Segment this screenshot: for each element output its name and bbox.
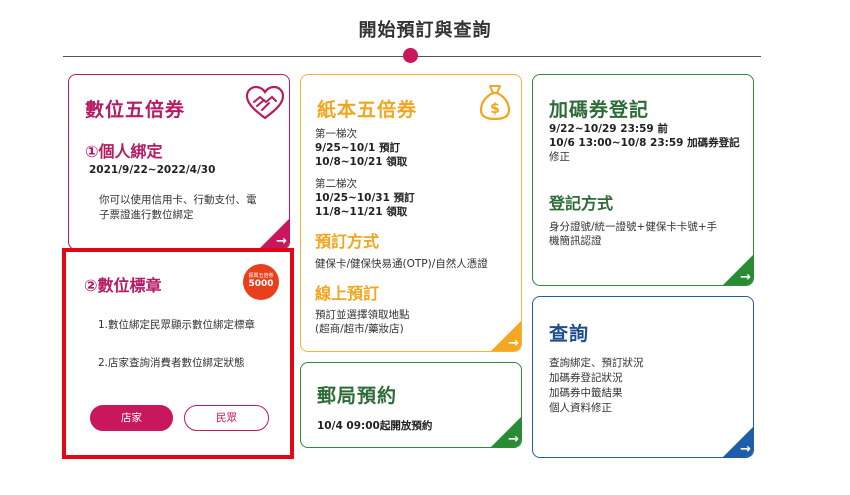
query-item-2: 加碼券登記狀況 [549, 372, 623, 384]
post-office-title: 郵局預約 [317, 385, 398, 407]
bonus-registration-title: 加碼券登記 [549, 99, 650, 121]
heart-hands-icon [245, 85, 285, 120]
post-office-desc: 10/4 09:00起開放預約 [317, 420, 433, 432]
batch2-line1: 10/25~10/31 預訂 [315, 192, 415, 204]
batch1-line1: 9/25~10/1 預訂 [315, 142, 400, 154]
batch1-line2: 10/8~10/21 領取 [315, 156, 408, 168]
paper-method-title: 預訂方式 [315, 232, 380, 251]
paper-method-desc: 健保卡/健保快易通(OTP)/自然人憑證 [315, 258, 488, 270]
post-office-card[interactable]: 郵局預約 10/4 09:00起開放預約 → [300, 362, 522, 448]
query-title: 查詢 [549, 323, 590, 345]
arrow-right-icon[interactable]: → [508, 433, 519, 446]
arrow-right-icon[interactable]: → [740, 443, 751, 456]
online-booking-desc-2: (超商/超市/藥妝店) [315, 323, 404, 335]
batch2-label: 第二梯次 [315, 178, 357, 190]
bonus-line2: 10/6 13:00~10/8 23:59 加碼券登記 [549, 137, 740, 149]
highlight-frame [62, 248, 294, 459]
bonus-registration-card[interactable]: 加碼券登記 9/22~10/29 23:59 前 10/6 13:00~10/8… [532, 74, 754, 286]
bonus-method-desc-1: 身分證號/統一證號+健保卡卡號+手 [549, 221, 718, 233]
title-dot [403, 48, 418, 63]
batch2-line2: 11/8~11/21 領取 [315, 206, 408, 218]
bonus-line1: 9/22~10/29 23:59 前 [549, 123, 668, 135]
paper-voucher-card[interactable]: 紙本五倍券 $ 第一梯次 9/25~10/1 預訂 10/8~10/21 領取 … [300, 74, 522, 352]
page-title: 開始預訂與查詢 [358, 20, 492, 41]
query-item-4: 個人資料修正 [549, 402, 612, 414]
bonus-method-desc-2: 機簡訊認證 [549, 235, 602, 247]
arrow-right-icon[interactable]: → [508, 337, 519, 350]
personal-binding-desc-1: 你可以使用信用卡、行動支付、電 [99, 194, 257, 206]
query-item-3: 加碼券中籤結果 [549, 387, 623, 399]
paper-voucher-title: 紙本五倍券 [317, 99, 418, 121]
personal-binding-desc-2: 子票證進行數位綁定 [99, 209, 194, 221]
bonus-method-title: 登記方式 [549, 194, 614, 213]
online-booking-desc-1: 預訂並選擇領取地點 [315, 309, 410, 321]
svg-text:$: $ [490, 101, 500, 117]
online-booking-title: 線上預訂 [315, 284, 380, 303]
query-item-1: 查詢綁定、預訂狀況 [549, 357, 644, 369]
arrow-right-icon[interactable]: → [740, 271, 751, 284]
query-card[interactable]: 查詢 查詢綁定、預訂狀況 加碼券登記狀況 加碼券中籤結果 個人資料修正 → [532, 296, 754, 458]
personal-binding-date: 2021/9/22~2022/4/30 [89, 164, 216, 176]
batch1-label: 第一梯次 [315, 128, 357, 140]
money-bag-icon: $ [479, 85, 511, 121]
digital-voucher-card[interactable]: 數位五倍券 ①個人綁定 2021/9/22~2022/4/30 你可以使用信用卡… [68, 74, 290, 250]
personal-binding-heading: ①個人綁定 [85, 142, 163, 161]
digital-voucher-title: 數位五倍券 [85, 99, 186, 121]
bonus-line3: 修正 [549, 151, 570, 163]
arrow-right-icon[interactable]: → [276, 235, 287, 248]
